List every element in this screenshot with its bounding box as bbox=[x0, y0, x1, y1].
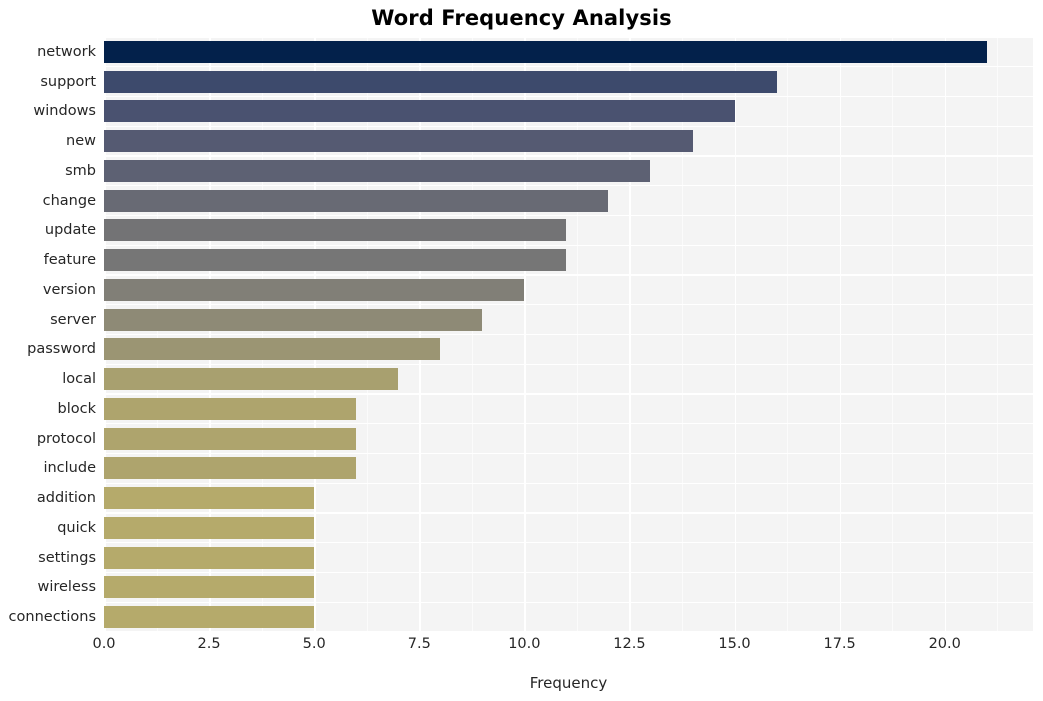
y-axis-tick-label: new bbox=[66, 133, 96, 150]
x-axis-label: Frequency bbox=[529, 674, 608, 692]
bar bbox=[104, 100, 735, 123]
bar bbox=[104, 130, 693, 153]
gridline-horizontal bbox=[104, 333, 1033, 336]
bar bbox=[104, 278, 525, 301]
bar bbox=[104, 487, 315, 510]
y-axis-tick-label: update bbox=[44, 222, 96, 239]
bar bbox=[104, 159, 651, 182]
gridline-horizontal bbox=[104, 155, 1033, 157]
gridline-horizontal bbox=[104, 95, 1033, 98]
gridline-horizontal bbox=[104, 393, 1033, 395]
bar bbox=[104, 338, 441, 361]
bar bbox=[104, 397, 357, 420]
plot-area bbox=[104, 37, 1033, 632]
x-axis-tick-label: 12.5 bbox=[613, 636, 646, 652]
y-axis-tick-label: settings bbox=[38, 549, 96, 566]
y-axis-tick-label: server bbox=[50, 311, 96, 328]
gridline-horizontal bbox=[104, 571, 1033, 574]
y-axis-tick-label: version bbox=[42, 281, 96, 298]
x-axis-tick-label: 15.0 bbox=[718, 636, 751, 652]
y-axis-tick-label: feature bbox=[43, 252, 96, 269]
bar bbox=[104, 219, 567, 242]
y-axis-tick-label: quick bbox=[57, 519, 96, 536]
y-axis-tick-label: network bbox=[37, 43, 96, 60]
gridline-horizontal bbox=[104, 185, 1033, 187]
gridline-horizontal bbox=[104, 37, 1033, 38]
y-axis-tick-label: change bbox=[42, 192, 96, 209]
gridline-horizontal bbox=[104, 274, 1033, 276]
gridline-horizontal bbox=[104, 214, 1033, 217]
bar bbox=[104, 368, 399, 391]
bar bbox=[104, 606, 315, 629]
gridline-horizontal bbox=[104, 542, 1033, 544]
y-axis-tick-label: protocol bbox=[36, 430, 96, 447]
bar bbox=[104, 427, 357, 450]
chart-title: Word Frequency Analysis bbox=[371, 6, 672, 30]
x-axis-tick-label: 2.5 bbox=[197, 636, 221, 652]
y-axis-tick-label: windows bbox=[33, 103, 96, 120]
bar bbox=[104, 576, 315, 599]
y-axis-tick-label: wireless bbox=[37, 579, 96, 596]
y-axis-tick-label: password bbox=[27, 341, 96, 358]
y-axis-tick-label: addition bbox=[36, 490, 96, 507]
x-axis-tick-label: 0.0 bbox=[92, 636, 116, 652]
x-axis-tick-label: 20.0 bbox=[928, 636, 961, 652]
bar bbox=[104, 70, 777, 93]
gridline-horizontal bbox=[104, 452, 1033, 455]
x-axis-tick-label: 7.5 bbox=[407, 636, 431, 652]
gridline-horizontal bbox=[104, 125, 1033, 127]
y-axis-tick-label: local bbox=[62, 371, 96, 388]
y-axis-tick-label: include bbox=[43, 460, 96, 477]
y-axis-tick-label: block bbox=[57, 400, 96, 417]
x-axis-tick-label: 5.0 bbox=[302, 636, 326, 652]
bar bbox=[104, 457, 357, 480]
gridline-horizontal bbox=[104, 482, 1033, 484]
bar bbox=[104, 189, 609, 212]
bar bbox=[104, 516, 315, 539]
bar bbox=[104, 308, 483, 331]
gridline-horizontal bbox=[104, 601, 1033, 603]
gridline-horizontal bbox=[104, 512, 1033, 514]
bar bbox=[104, 40, 987, 63]
y-axis-tick-label: connections bbox=[8, 609, 96, 626]
gridline-horizontal bbox=[104, 631, 1033, 632]
x-axis-tick-label: 17.5 bbox=[823, 636, 856, 652]
bar bbox=[104, 249, 567, 272]
x-axis-tick-labels: 0.0 2.5 5.0 7.5 10.0 12.5 15.0 17.5 20.0 bbox=[0, 636, 1043, 660]
gridline-horizontal bbox=[104, 363, 1033, 365]
y-axis-tick-labels: network support windows new smb change update f… bbox=[0, 37, 96, 632]
gridline-horizontal bbox=[104, 244, 1033, 246]
gridline-horizontal bbox=[104, 66, 1033, 68]
gridline-horizontal bbox=[104, 304, 1033, 306]
y-axis-tick-label: support bbox=[40, 73, 96, 90]
x-axis-tick-label: 10.0 bbox=[508, 636, 541, 652]
gridline-horizontal bbox=[104, 423, 1033, 425]
bar bbox=[104, 546, 315, 569]
y-axis-tick-label: smb bbox=[65, 162, 96, 179]
chart-figure: Word Frequency Analysis network support wi… bbox=[0, 0, 1043, 701]
